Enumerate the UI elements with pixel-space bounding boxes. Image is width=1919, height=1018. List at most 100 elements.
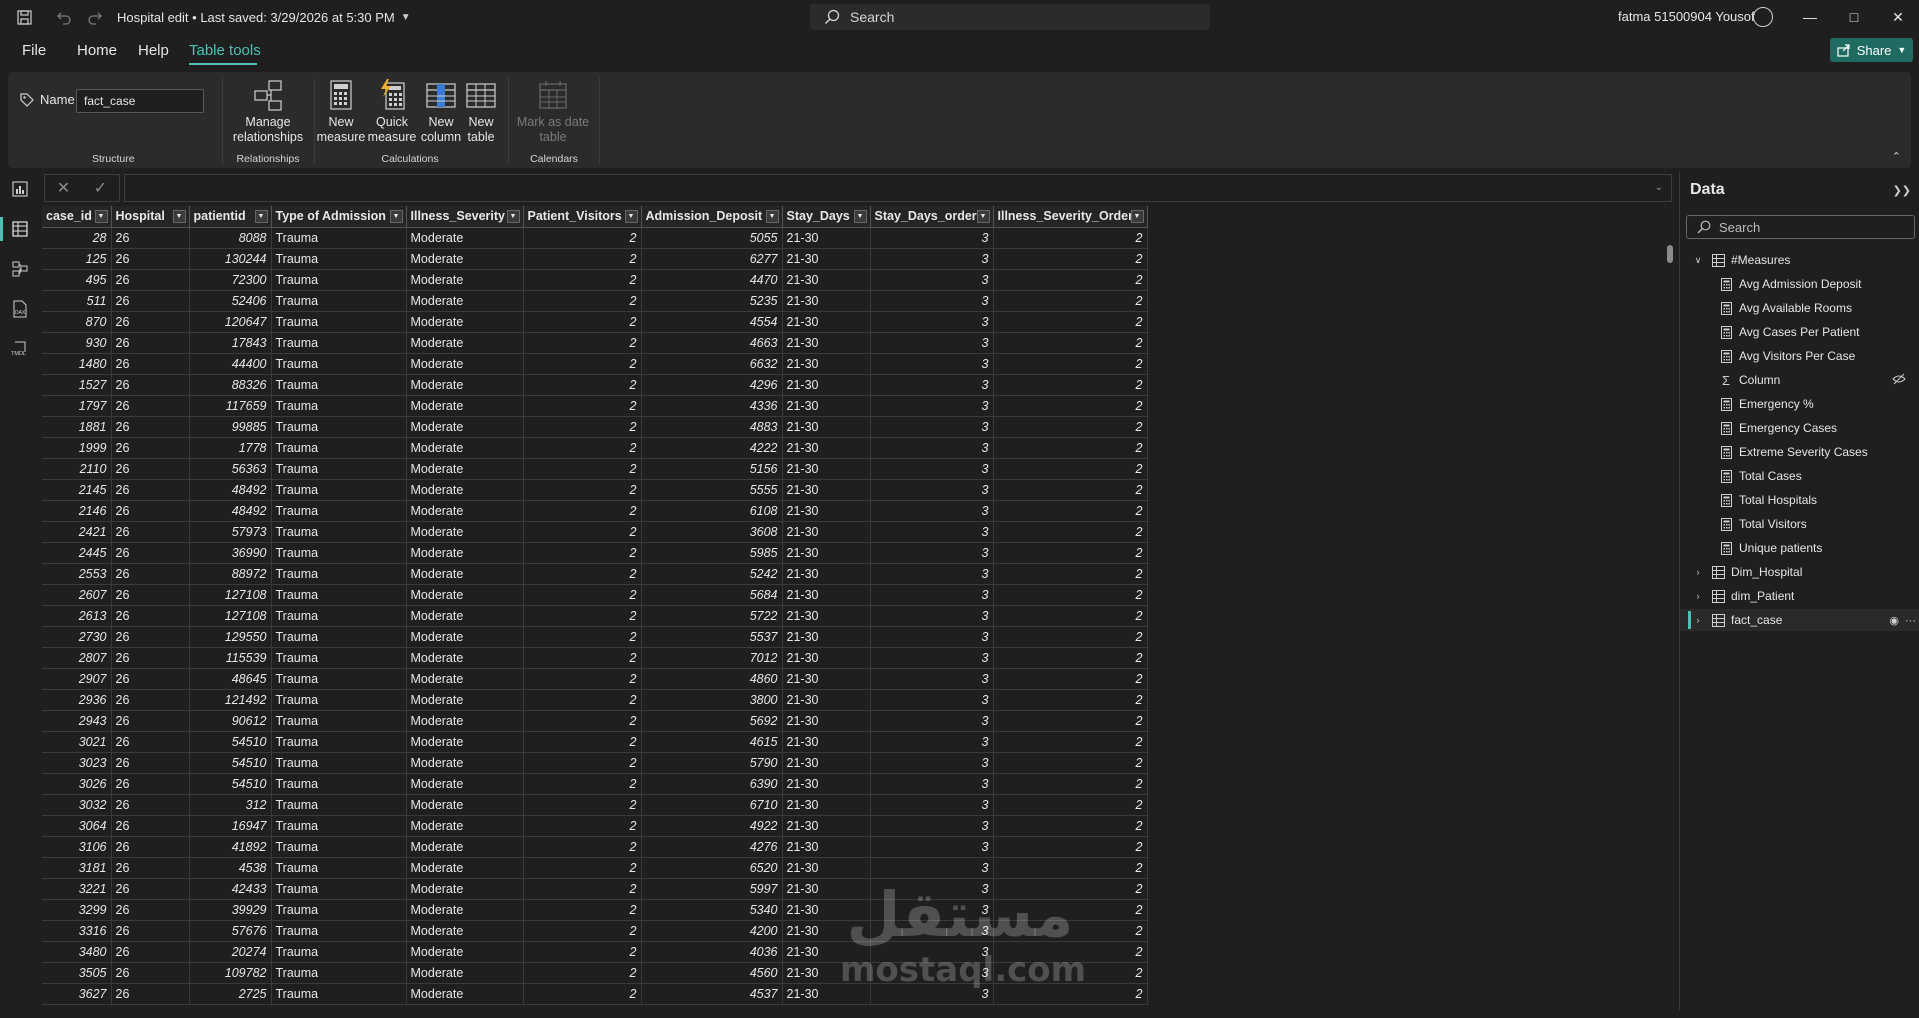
collapse-ribbon-icon[interactable]: ⌃: [1892, 150, 1901, 163]
table-cell[interactable]: 26: [111, 311, 190, 333]
table-cell[interactable]: 3: [870, 563, 994, 585]
table-cell[interactable]: 48492: [189, 500, 272, 522]
table-cell[interactable]: 3: [870, 542, 994, 564]
table-cell[interactable]: Trauma: [271, 290, 407, 312]
table-cell[interactable]: Moderate: [406, 941, 524, 963]
table-cell[interactable]: 21-30: [782, 815, 871, 837]
table-cell[interactable]: Moderate: [406, 584, 524, 606]
table-cell[interactable]: 21-30: [782, 710, 871, 732]
chevron-down-icon[interactable]: ⌄: [1655, 182, 1663, 193]
table-cell[interactable]: Moderate: [406, 416, 524, 438]
filter-dropdown-icon[interactable]: ▼: [94, 210, 108, 223]
column-header[interactable]: Admission_Deposit ▼: [641, 206, 783, 228]
table-cell[interactable]: 26: [111, 794, 190, 816]
chevron-right-icon[interactable]: ›: [1692, 567, 1704, 577]
table-cell[interactable]: 2: [523, 773, 642, 795]
table-cell[interactable]: 3032: [42, 794, 112, 816]
table-cell[interactable]: 7012: [641, 647, 783, 669]
table-cell[interactable]: 2: [993, 668, 1148, 690]
report-view-icon[interactable]: [0, 171, 40, 207]
filter-dropdown-icon[interactable]: ▼: [624, 210, 638, 223]
table-cell[interactable]: 3: [870, 458, 994, 480]
undo-icon[interactable]: [51, 4, 77, 30]
table-cell[interactable]: 2943: [42, 710, 112, 732]
table-cell[interactable]: 26: [111, 626, 190, 648]
table-cell[interactable]: Trauma: [271, 584, 407, 606]
table-cell[interactable]: 1999: [42, 437, 112, 459]
table-cell[interactable]: 5722: [641, 605, 783, 627]
table-cell[interactable]: 2: [993, 479, 1148, 501]
column-header[interactable]: Patient_Visitors ▼: [523, 206, 642, 228]
table-cell[interactable]: 2: [993, 815, 1148, 837]
chevron-right-icon[interactable]: ›: [1692, 591, 1704, 601]
table-cell[interactable]: Trauma: [271, 332, 407, 354]
table-cell[interactable]: Moderate: [406, 290, 524, 312]
table-cell[interactable]: 26: [111, 920, 190, 942]
table-cell[interactable]: 21-30: [782, 374, 871, 396]
filter-dropdown-icon[interactable]: ▼: [853, 210, 867, 223]
table-cell[interactable]: 26: [111, 647, 190, 669]
table-cell[interactable]: 21-30: [782, 584, 871, 606]
menu-help[interactable]: Help: [138, 42, 169, 59]
table-cell[interactable]: 2: [523, 920, 642, 942]
table-cell[interactable]: Trauma: [271, 458, 407, 480]
table-cell[interactable]: 48645: [189, 668, 272, 690]
table-cell[interactable]: 26: [111, 836, 190, 858]
chevron-right-icon[interactable]: ›: [1692, 615, 1704, 625]
table-cell[interactable]: 3627: [42, 983, 112, 1005]
table-cell[interactable]: 2: [523, 437, 642, 459]
commit-formula-icon[interactable]: ✓: [94, 178, 107, 198]
table-cell[interactable]: 3: [870, 395, 994, 417]
save-icon[interactable]: [11, 4, 37, 30]
table-cell[interactable]: 2: [523, 227, 642, 249]
table-cell[interactable]: 26: [111, 857, 190, 879]
table-cell[interactable]: 21-30: [782, 857, 871, 879]
table-cell[interactable]: 21-30: [782, 332, 871, 354]
table-cell[interactable]: Trauma: [271, 437, 407, 459]
table-cell[interactable]: 21-30: [782, 269, 871, 291]
table-cell[interactable]: 127108: [189, 605, 272, 627]
table-cell[interactable]: 3023: [42, 752, 112, 774]
table-cell[interactable]: 3: [870, 248, 994, 270]
table-cell[interactable]: 3: [870, 290, 994, 312]
table-cell[interactable]: 54510: [189, 773, 272, 795]
table-cell[interactable]: 6108: [641, 500, 783, 522]
table-cell[interactable]: 2553: [42, 563, 112, 585]
table-cell[interactable]: 2: [523, 878, 642, 900]
table-cell[interactable]: 21-30: [782, 395, 871, 417]
table-cell[interactable]: 2110: [42, 458, 112, 480]
table-cell[interactable]: 26: [111, 248, 190, 270]
table-cell[interactable]: 2: [523, 647, 642, 669]
table-cell[interactable]: Moderate: [406, 437, 524, 459]
table-cell[interactable]: 44400: [189, 353, 272, 375]
table-cell[interactable]: 21-30: [782, 353, 871, 375]
close-button[interactable]: ✕: [1876, 0, 1919, 34]
table-cell[interactable]: 3: [870, 731, 994, 753]
table-cell[interactable]: 511: [42, 290, 112, 312]
new-table-button[interactable]: New table: [458, 78, 504, 145]
table-cell[interactable]: 495: [42, 269, 112, 291]
table-cell[interactable]: Moderate: [406, 248, 524, 270]
table-cell[interactable]: 2: [993, 605, 1148, 627]
table-cell[interactable]: 3: [870, 416, 994, 438]
table-cell[interactable]: 21-30: [782, 752, 871, 774]
table-cell[interactable]: 2: [523, 395, 642, 417]
table-cell[interactable]: 21-30: [782, 437, 871, 459]
table-cell[interactable]: 3: [870, 311, 994, 333]
table-cell[interactable]: 3: [870, 857, 994, 879]
table-cell[interactable]: Trauma: [271, 605, 407, 627]
table-cell[interactable]: 5555: [641, 479, 783, 501]
cancel-formula-icon[interactable]: ✕: [57, 178, 70, 198]
global-search[interactable]: Search: [810, 4, 1210, 30]
filter-dropdown-icon[interactable]: ▼: [172, 210, 186, 223]
table-cell[interactable]: 21-30: [782, 311, 871, 333]
table-cell[interactable]: Trauma: [271, 836, 407, 858]
table-cell[interactable]: 2: [523, 962, 642, 984]
table-cell[interactable]: 36990: [189, 542, 272, 564]
model-view-icon[interactable]: [0, 251, 40, 287]
table-cell[interactable]: Moderate: [406, 332, 524, 354]
table-cell[interactable]: 26: [111, 500, 190, 522]
table-cell[interactable]: 21-30: [782, 521, 871, 543]
title-dropdown-icon[interactable]: ▼: [401, 12, 411, 23]
table-cell[interactable]: Trauma: [271, 899, 407, 921]
